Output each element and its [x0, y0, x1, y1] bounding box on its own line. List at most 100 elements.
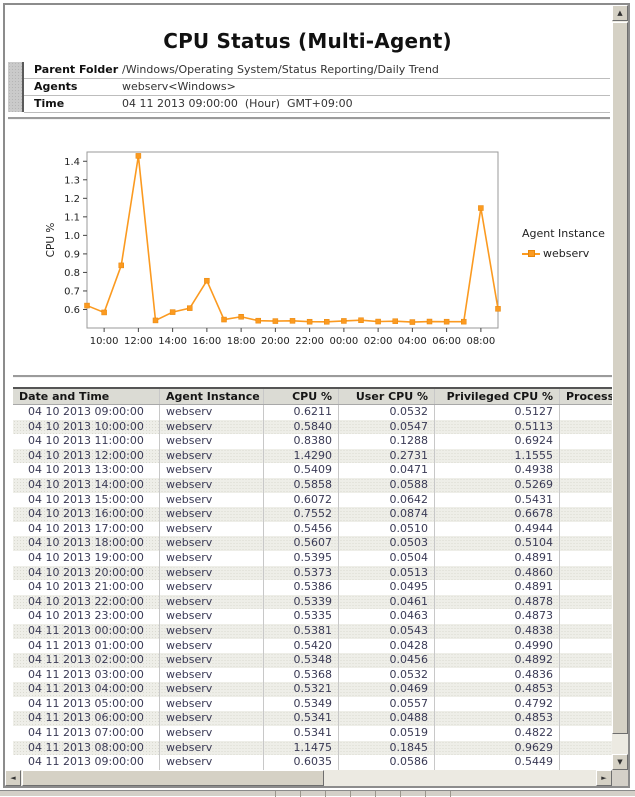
table-cell: 0.5341 — [264, 711, 339, 726]
table-cell: 04 10 2013 17:00:00 — [13, 522, 160, 537]
table-cell: 0.0586 — [339, 755, 435, 770]
svg-text:04:00: 04:00 — [398, 336, 427, 347]
table-row: 04 11 2013 06:00:00webserv0.53410.04880.… — [13, 711, 612, 726]
table-cell: webserv — [160, 653, 264, 668]
table-cell — [560, 566, 613, 581]
table-cell: 0.5607 — [264, 536, 339, 551]
table-cell — [560, 449, 613, 464]
scroll-left-icon: ◄ — [10, 775, 15, 782]
table-cell — [560, 741, 613, 756]
vertical-scrollbar[interactable]: ▲ ▼ — [612, 5, 628, 770]
table-row: 04 11 2013 02:00:00webserv0.53480.04560.… — [13, 653, 612, 668]
scroll-left-button[interactable]: ◄ — [5, 770, 21, 786]
vertical-scroll-thumb[interactable] — [612, 22, 628, 734]
table-row: 04 11 2013 03:00:00webserv0.53680.05320.… — [13, 668, 612, 683]
horizontal-scrollbar[interactable]: ◄ ► — [5, 770, 612, 786]
table-cell: 0.5840 — [264, 420, 339, 435]
table-cell: 04 11 2013 06:00:00 — [13, 711, 160, 726]
table-row: 04 11 2013 00:00:00webserv0.53810.05430.… — [13, 624, 612, 639]
legend-item-webserv: webserv — [522, 247, 612, 260]
svg-text:10:00: 10:00 — [90, 336, 119, 347]
table-row: 04 10 2013 14:00:00webserv0.58580.05880.… — [13, 478, 612, 493]
table-cell: 0.4892 — [435, 653, 560, 668]
table-cell: 0.5409 — [264, 463, 339, 478]
table-cell: 0.4860 — [435, 566, 560, 581]
table-cell: 1.1555 — [435, 449, 560, 464]
info-value: /Windows/Operating System/Status Reporti… — [122, 62, 610, 78]
table-cell: 0.5373 — [264, 566, 339, 581]
table-cell: 0.5368 — [264, 668, 339, 683]
table-cell — [560, 507, 613, 522]
table-cell: 04 10 2013 12:00:00 — [13, 449, 160, 464]
table-cell: 0.4878 — [435, 595, 560, 610]
svg-text:CPU %: CPU % — [45, 223, 57, 258]
table-cell: webserv — [160, 434, 264, 449]
table-cell: 04 11 2013 08:00:00 — [13, 741, 160, 756]
table-cell: webserv — [160, 522, 264, 537]
info-rows: Parent Folder/Windows/Operating System/S… — [24, 62, 610, 113]
horizontal-scroll-thumb[interactable] — [22, 770, 324, 786]
table-cell: 0.0461 — [339, 595, 435, 610]
table-cell: 04 10 2013 23:00:00 — [13, 609, 160, 624]
table-cell: 0.0463 — [339, 609, 435, 624]
table-cell: 04 11 2013 05:00:00 — [13, 697, 160, 712]
table-cell: 0.5431 — [435, 493, 560, 508]
table-cell: 0.0874 — [339, 507, 435, 522]
table-cell: 0.4838 — [435, 624, 560, 639]
table-cell: 04 10 2013 18:00:00 — [13, 536, 160, 551]
svg-text:1.2: 1.2 — [64, 194, 80, 205]
table-cell: 0.0503 — [339, 536, 435, 551]
table-cell: webserv — [160, 405, 264, 420]
table-row: 04 11 2013 04:00:00webserv0.53210.04690.… — [13, 682, 612, 697]
table-cell: webserv — [160, 493, 264, 508]
chart-legend: Agent Instance webserv — [522, 227, 612, 260]
table-cell: 04 10 2013 15:00:00 — [13, 493, 160, 508]
svg-text:1.1: 1.1 — [64, 212, 80, 223]
legend-series-label: webserv — [543, 247, 589, 260]
svg-text:1.3: 1.3 — [64, 175, 80, 186]
cpu-data-table: Date and TimeAgent InstanceCPU %User CPU… — [13, 387, 612, 770]
table-cell: 04 11 2013 03:00:00 — [13, 668, 160, 683]
info-value: webserv<Windows> — [122, 79, 610, 95]
column-header: User CPU % — [339, 388, 435, 405]
table-cell: 0.5395 — [264, 551, 339, 566]
table-cell: 0.7552 — [264, 507, 339, 522]
scroll-up-button[interactable]: ▲ — [612, 5, 628, 21]
table-cell: 1.1475 — [264, 741, 339, 756]
scroll-up-icon: ▲ — [617, 10, 622, 17]
table-row: 04 11 2013 08:00:00webserv1.14750.18450.… — [13, 741, 612, 756]
table-cell: 04 11 2013 00:00:00 — [13, 624, 160, 639]
table-cell: 04 10 2013 10:00:00 — [13, 420, 160, 435]
table-cell: 0.4853 — [435, 682, 560, 697]
table-cell: 0.4822 — [435, 726, 560, 741]
info-row: Parent Folder/Windows/Operating System/S… — [24, 62, 610, 79]
table-row: 04 10 2013 09:00:00webserv0.62110.05320.… — [13, 405, 612, 420]
table-cell: 0.2731 — [339, 449, 435, 464]
table-cell: webserv — [160, 463, 264, 478]
table-cell: webserv — [160, 507, 264, 522]
table-row: 04 11 2013 09:00:00webserv0.60350.05860.… — [13, 755, 612, 770]
table-row: 04 10 2013 16:00:00webserv0.75520.08740.… — [13, 507, 612, 522]
table-cell: 0.6211 — [264, 405, 339, 420]
divider-table — [13, 375, 612, 377]
table-cell: webserv — [160, 755, 264, 770]
svg-text:20:00: 20:00 — [261, 336, 290, 347]
info-row: Time04 11 2013 09:00:00 (Hour) GMT+09:00 — [24, 96, 610, 113]
table-cell: 0.0588 — [339, 478, 435, 493]
table-row: 04 10 2013 19:00:00webserv0.53950.05040.… — [13, 551, 612, 566]
table-row: 04 11 2013 07:00:00webserv0.53410.05190.… — [13, 726, 612, 741]
info-row: Agentswebserv<Windows> — [24, 79, 610, 96]
table-cell: 0.0456 — [339, 653, 435, 668]
table-cell: 0.5269 — [435, 478, 560, 493]
scroll-right-button[interactable]: ► — [596, 770, 612, 786]
table-cell: webserv — [160, 624, 264, 639]
table-row: 04 11 2013 05:00:00webserv0.53490.05570.… — [13, 697, 612, 712]
data-table-container: Date and TimeAgent InstanceCPU %User CPU… — [13, 387, 612, 770]
scroll-down-button[interactable]: ▼ — [612, 754, 628, 770]
table-cell: webserv — [160, 726, 264, 741]
table-cell: 0.0428 — [339, 639, 435, 654]
table-cell: 0.0532 — [339, 405, 435, 420]
table-cell: 0.0504 — [339, 551, 435, 566]
svg-text:1.0: 1.0 — [64, 231, 80, 242]
table-cell: 0.5335 — [264, 609, 339, 624]
